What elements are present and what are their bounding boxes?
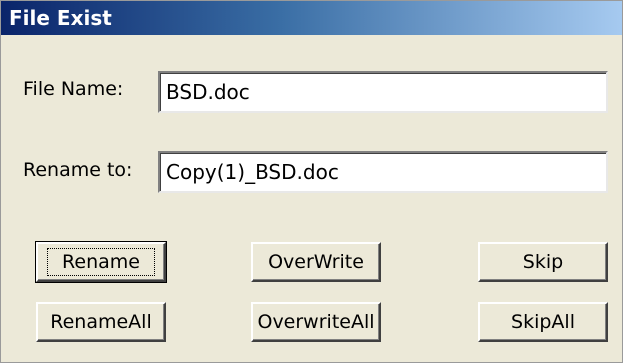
rename-all-button-label: RenameAll [50, 311, 152, 333]
rename-to-label: Rename to: [23, 159, 133, 181]
dialog-title-bar[interactable]: File Exist [1, 1, 622, 35]
file-name-label: File Name: [23, 78, 124, 100]
file-exist-dialog: File Exist File Name: Rename to: Rename … [0, 0, 623, 363]
overwrite-all-button[interactable]: OverwriteAll [251, 302, 381, 342]
skip-button-label: Skip [522, 251, 564, 273]
overwrite-button-label: OverWrite [268, 251, 364, 273]
dialog-title: File Exist [9, 6, 112, 30]
overwrite-button[interactable]: OverWrite [251, 242, 381, 282]
rename-all-button[interactable]: RenameAll [36, 302, 166, 342]
skip-all-button[interactable]: SkipAll [478, 302, 608, 342]
rename-to-input[interactable] [158, 151, 608, 193]
skip-button[interactable]: Skip [478, 242, 608, 282]
rename-button-label: Rename [47, 248, 155, 276]
file-name-input[interactable] [158, 71, 608, 113]
skip-all-button-label: SkipAll [511, 311, 575, 333]
overwrite-all-button-label: OverwriteAll [257, 311, 375, 333]
rename-button[interactable]: Rename [35, 241, 167, 283]
